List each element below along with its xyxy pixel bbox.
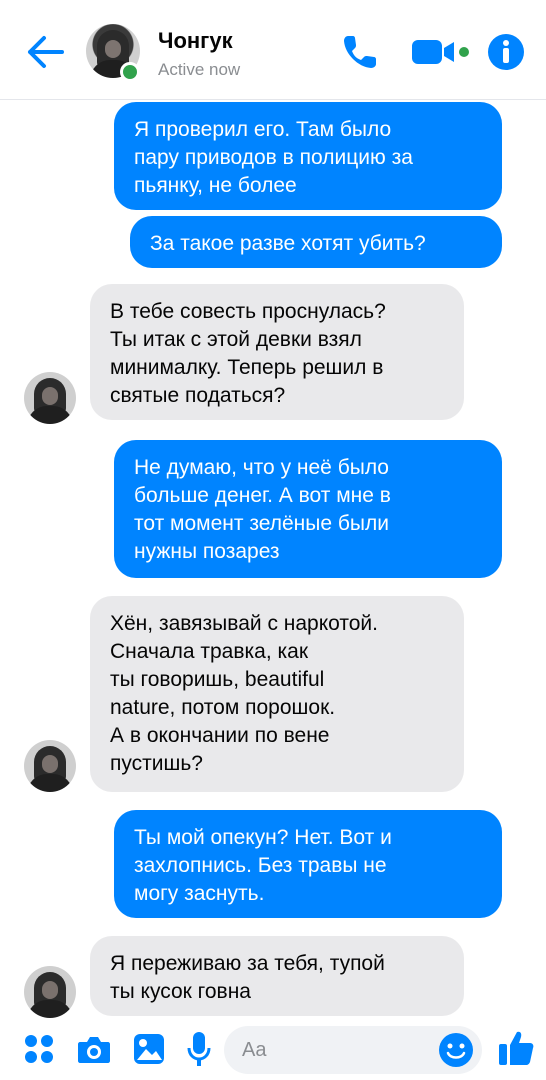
contact-name[interactable]: Чонгук (158, 28, 233, 54)
contact-avatar-small[interactable] (24, 372, 76, 424)
back-arrow-icon[interactable] (26, 34, 66, 70)
conversation-header: Чонгук Active now (0, 0, 546, 100)
phone-icon[interactable] (340, 32, 380, 72)
message-bubble-incoming[interactable]: В тебе совесть проснулась? Ты итак с это… (90, 284, 464, 420)
message-input-box[interactable] (224, 1026, 482, 1074)
message-bubble-incoming[interactable]: Хён, завязывай с наркотой. Сначала травк… (90, 596, 464, 792)
message-bubble-outgoing[interactable]: За такое разве хотят убить? (130, 216, 502, 268)
message-bubble-outgoing[interactable]: Ты мой опекун? Нет. Вот и захлопнись. Бе… (114, 810, 502, 918)
active-status-text: Active now (158, 60, 241, 79)
info-icon[interactable] (486, 32, 526, 72)
gallery-icon[interactable] (132, 1032, 166, 1066)
contact-avatar-small[interactable] (24, 966, 76, 1018)
camera-icon[interactable] (76, 1032, 112, 1066)
apps-icon[interactable] (22, 1032, 56, 1066)
microphone-icon[interactable] (186, 1030, 212, 1068)
emoji-icon[interactable] (438, 1032, 474, 1068)
video-call-icon[interactable] (410, 34, 472, 70)
like-icon[interactable] (496, 1028, 536, 1068)
active-status-dot (120, 62, 140, 82)
message-input[interactable] (242, 1026, 432, 1074)
contact-avatar-small[interactable] (24, 740, 76, 792)
message-bubble-outgoing[interactable]: Я проверил его. Там было пару приводов в… (114, 102, 502, 210)
message-composer (0, 1018, 546, 1080)
message-bubble-outgoing[interactable]: Не думаю, что у неё было больше денег. А… (114, 440, 502, 578)
message-bubble-incoming[interactable]: Я переживаю за тебя, тупой ты кусок говн… (90, 936, 464, 1016)
message-list[interactable]: Я проверил его. Там было пару приводов в… (0, 100, 546, 1018)
